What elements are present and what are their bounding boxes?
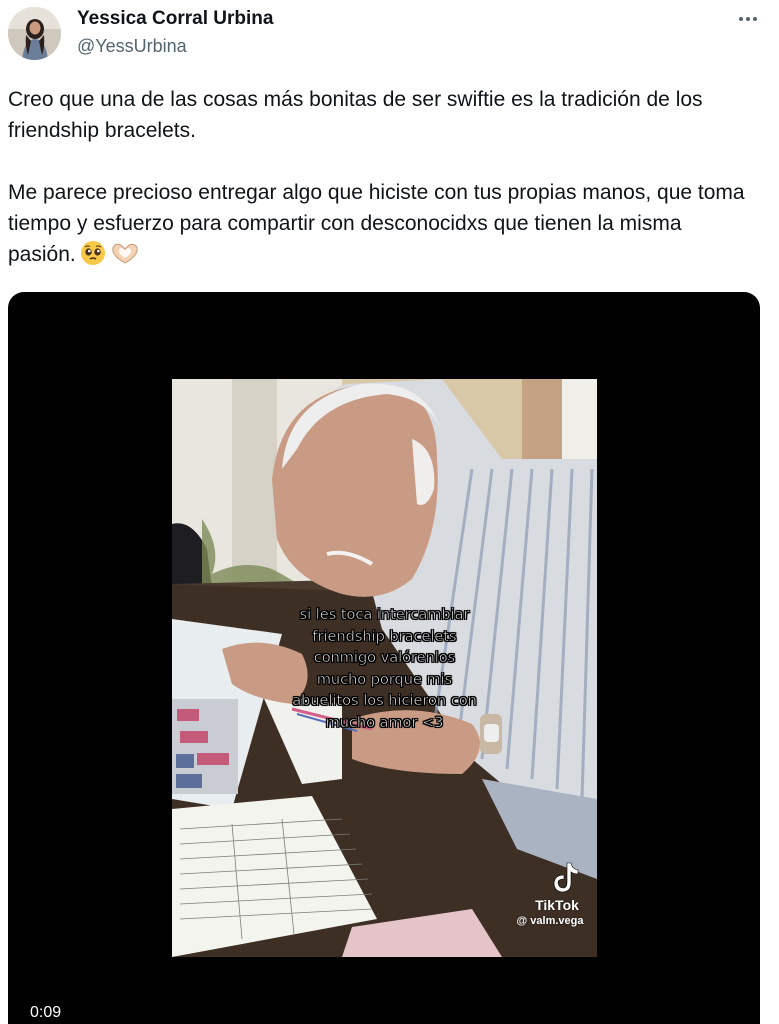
more-options-button[interactable] bbox=[737, 8, 759, 30]
more-horizontal-icon bbox=[739, 17, 757, 21]
tiktok-logo-icon bbox=[553, 862, 579, 893]
author-handle[interactable]: @YessUrbina bbox=[77, 36, 187, 57]
pleading-face-emoji bbox=[80, 240, 106, 275]
video-frame[interactable]: si les toca intercambiar friendship brac… bbox=[172, 379, 597, 957]
author-name[interactable]: Yessica Corral Urbina bbox=[77, 8, 273, 30]
video-caption: si les toca intercambiar friendship brac… bbox=[292, 607, 477, 731]
video-player[interactable]: si les toca intercambiar friendship brac… bbox=[8, 292, 760, 1024]
video-duration: 0:09 bbox=[30, 1004, 62, 1021]
tweet-text: Creo que una de las cosas más bonitas de… bbox=[8, 84, 753, 275]
heart-hands-emoji bbox=[110, 242, 140, 275]
avatar[interactable] bbox=[8, 7, 61, 60]
tiktok-watermark-user: @ valm.vega bbox=[516, 915, 584, 927]
tiktok-watermark-brand: TikTok bbox=[535, 897, 579, 913]
tweet-paragraph-1: Creo que una de las cosas más bonitas de… bbox=[8, 88, 703, 142]
tweet-paragraph-2: Me parece precioso entregar algo que hic… bbox=[8, 177, 753, 275]
tweet: Yessica Corral Urbina @YessUrbina Creo q… bbox=[0, 0, 779, 1024]
